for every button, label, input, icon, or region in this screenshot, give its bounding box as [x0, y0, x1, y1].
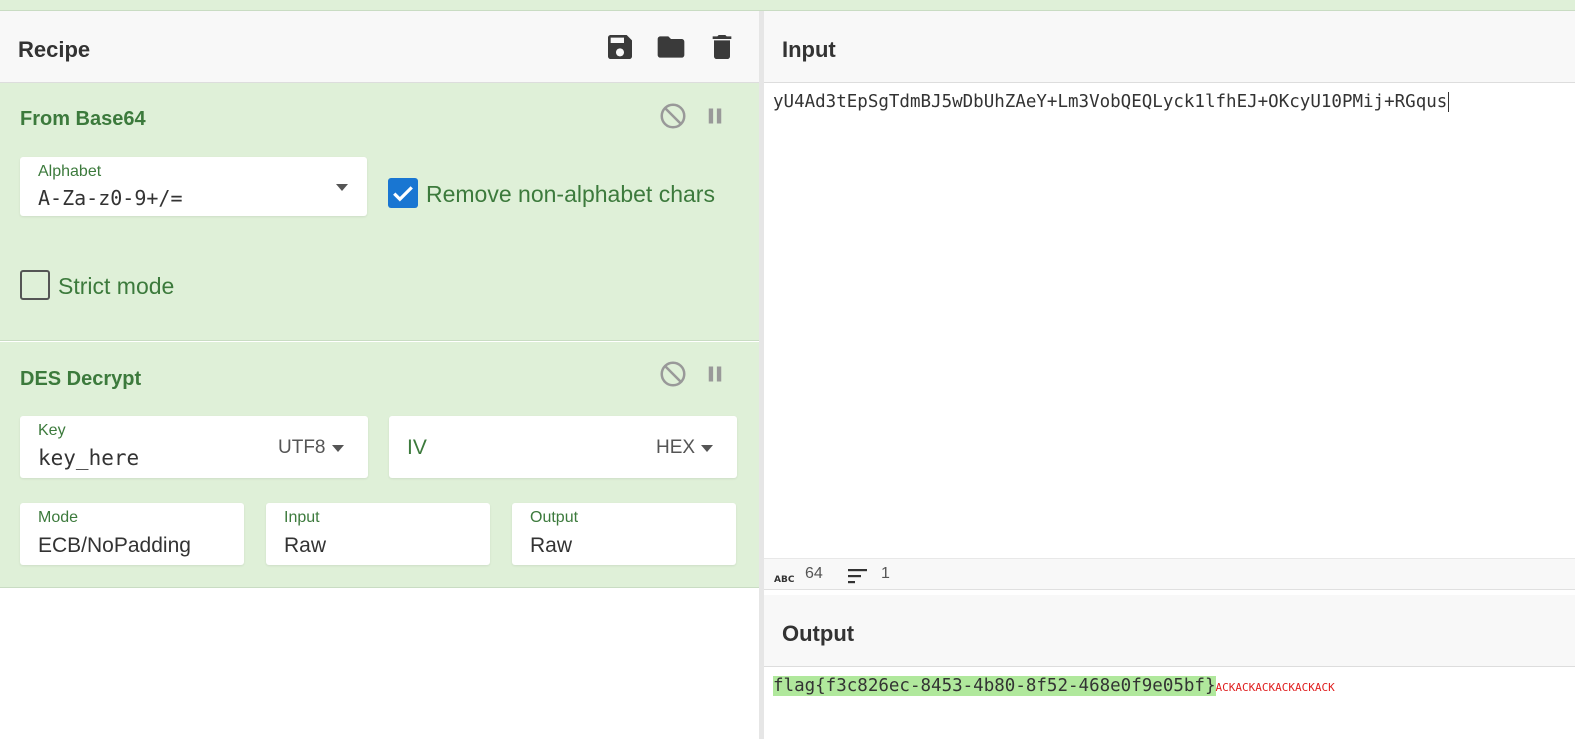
- input-header: Input: [764, 11, 1575, 83]
- text-cursor: [1448, 92, 1450, 112]
- input-title: Input: [782, 37, 836, 62]
- alphabet-select[interactable]: Alphabet A-Za-z0-9+/=: [20, 157, 367, 216]
- key-label: Key: [38, 422, 66, 439]
- abc-icon: ABC: [774, 570, 795, 588]
- operation-des-decrypt: DES Decrypt Key key_here UTF8 IV HEX Mod…: [0, 342, 759, 588]
- input-lines: 1: [881, 565, 890, 582]
- mode-label: Mode: [38, 509, 79, 526]
- folder-icon[interactable]: [655, 31, 687, 63]
- input-length: 64: [805, 565, 823, 582]
- save-icon[interactable]: [604, 31, 636, 63]
- input-format-select[interactable]: Input Raw: [266, 503, 490, 565]
- mode-select[interactable]: Mode ECB/NoPadding: [20, 503, 244, 565]
- svg-text:ABC: ABC: [774, 575, 794, 583]
- input-format-label: Input: [284, 509, 320, 526]
- recipe-pane: Recipe From Base64 Alphabet A-Za-z0-9+/=…: [0, 11, 759, 739]
- key-field[interactable]: Key key_here UTF8: [20, 416, 368, 478]
- alphabet-value: A-Za-z0-9+/=: [38, 186, 183, 210]
- lines-icon: [848, 568, 868, 589]
- input-text: yU4Ad3tEpSgTdmBJ5wDbUhZAeY+Lm3VobQEQLyck…: [773, 92, 1448, 112]
- input-textarea[interactable]: yU4Ad3tEpSgTdmBJ5wDbUhZAeY+Lm3VobQEQLyck…: [773, 92, 1450, 112]
- operation-title: DES Decrypt: [20, 368, 142, 390]
- iv-placeholder: IV: [407, 436, 427, 459]
- strict-mode-checkbox[interactable]: [20, 270, 50, 300]
- recipe-title: Recipe: [18, 37, 91, 62]
- output-format-value: Raw: [530, 534, 573, 557]
- remove-nonalpha-label: Remove non-alphabet chars: [426, 181, 715, 207]
- chevron-down-icon: [336, 184, 348, 191]
- key-encoding-dropdown[interactable]: UTF8: [278, 437, 326, 459]
- disable-icon[interactable]: [658, 101, 688, 131]
- output-textarea[interactable]: flag{f3c826ec-8453-4b80-8f52-468e0f9e05b…: [773, 676, 1335, 696]
- output-format-label: Output: [530, 509, 579, 526]
- alphabet-label: Alphabet: [38, 163, 102, 180]
- mode-value: ECB/NoPadding: [38, 534, 191, 557]
- operation-from-base64: From Base64 Alphabet A-Za-z0-9+/= Remove…: [0, 83, 759, 341]
- output-title: Output: [782, 621, 855, 646]
- disable-icon[interactable]: [658, 359, 688, 389]
- iv-field[interactable]: IV HEX: [389, 416, 737, 478]
- chevron-down-icon: [701, 445, 713, 452]
- trash-icon[interactable]: [706, 31, 738, 63]
- chevron-down-icon: [332, 445, 344, 452]
- recipe-header: Recipe: [0, 11, 759, 83]
- output-format-select[interactable]: Output Raw: [512, 503, 736, 565]
- input-status-bar: ABC 64 1: [764, 558, 1575, 590]
- output-header: Output: [764, 595, 1575, 667]
- iv-encoding-dropdown[interactable]: HEX: [656, 437, 695, 459]
- pause-icon[interactable]: [700, 101, 730, 131]
- strict-mode-label: Strict mode: [58, 273, 175, 299]
- top-strip: [0, 0, 1575, 11]
- pause-icon[interactable]: [700, 359, 730, 389]
- output-control-chars: ACKACKACKACKACKACK: [1215, 681, 1335, 694]
- input-format-value: Raw: [284, 534, 327, 557]
- operation-title: From Base64: [20, 108, 146, 130]
- output-highlighted-text: flag{f3c826ec-8453-4b80-8f52-468e0f9e05b…: [773, 676, 1216, 696]
- remove-nonalpha-checkbox[interactable]: [388, 178, 418, 208]
- key-value: key_here: [38, 446, 140, 470]
